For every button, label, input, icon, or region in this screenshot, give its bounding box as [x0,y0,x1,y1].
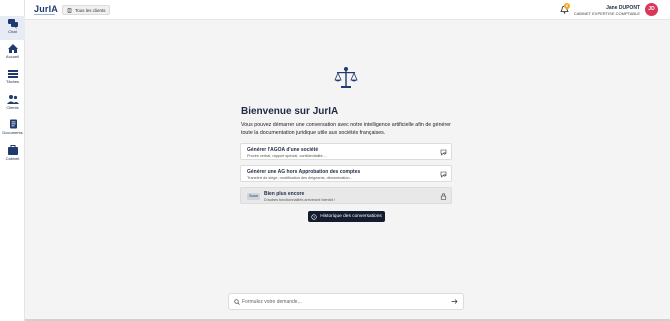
sidebar-item-chat[interactable]: Chat [0,16,25,40]
notification-badge: 0 [564,3,570,9]
cabinet-icon [7,145,18,155]
sidebar-item-clients[interactable]: Clients [0,92,25,116]
top-bar [25,0,670,20]
sidebar-item-accueil[interactable]: Accueil [0,41,25,65]
client-selector[interactable]: Tous les clients [62,5,110,15]
card-subtitle: Transfert de siège, modification des dir… [247,176,353,180]
sidebar-item-label: Documents [2,130,23,135]
history-icon [311,213,317,220]
sidebar-item-label: Clients [6,105,19,110]
sidebar: Chat Accueil Tâches Clients Documents Ca… [0,0,25,321]
search-icon [234,299,240,305]
page-title: Bienvenue sur JurIA [241,106,339,117]
justice-scale-icon [334,67,358,88]
sidebar-item-label: Accueil [6,54,19,59]
card-title: Bien plus encore [264,191,305,197]
card-agoa[interactable]: Générer l'AGOA d'une société Procès verb… [240,143,452,160]
user-role: CABINET EXPERTISE COMPTABLE [573,11,640,16]
app-logo[interactable]: JurIA [34,4,58,14]
chat-icon [7,19,18,29]
sidebar-item-taches[interactable]: Tâches [0,66,25,90]
lock-icon [440,193,447,200]
home-icon [7,44,18,53]
sidebar-item-documents[interactable]: Documents [0,117,25,141]
prompt-bar [228,293,464,310]
card-ag-hors-approbation[interactable]: Générer une AG hors Approbation des comp… [240,165,452,182]
chat-search-icon [440,149,447,156]
card-subtitle: Procès verbal, rapport spécial, confiden… [247,154,327,158]
prompt-input[interactable] [242,297,442,307]
soon-badge: Soon [247,193,260,200]
intro-text: Vous pouvez démarrer une conversation av… [241,122,451,136]
chat-search-icon [440,171,447,178]
card-title: Générer une AG hors Approbation des comp… [247,169,361,175]
sidebar-item-label: Chat [8,29,17,34]
history-button[interactable]: Historique des conversations [308,211,385,222]
building-icon [67,7,72,13]
avatar[interactable]: JD [645,3,658,16]
history-button-label: Historique des conversations [320,214,382,219]
arrow-right-icon[interactable] [451,298,458,305]
sidebar-item-label: Tâches [5,79,20,84]
card-more-coming: Soon Bien plus encore D'autres fonctionn… [240,187,452,204]
logo-underline [34,14,55,15]
card-subtitle: D'autres fonctionnalités arriveront bien… [264,198,336,202]
sidebar-item-cabinet[interactable]: Cabinet [0,143,25,167]
documents-icon [9,119,17,129]
tasks-icon [7,70,18,78]
client-selector-label: Tous les clients [75,7,106,13]
card-title: Générer l'AGOA d'une société [247,147,319,153]
clients-icon [6,95,19,104]
sidebar-item-label: Cabinet [5,156,20,161]
